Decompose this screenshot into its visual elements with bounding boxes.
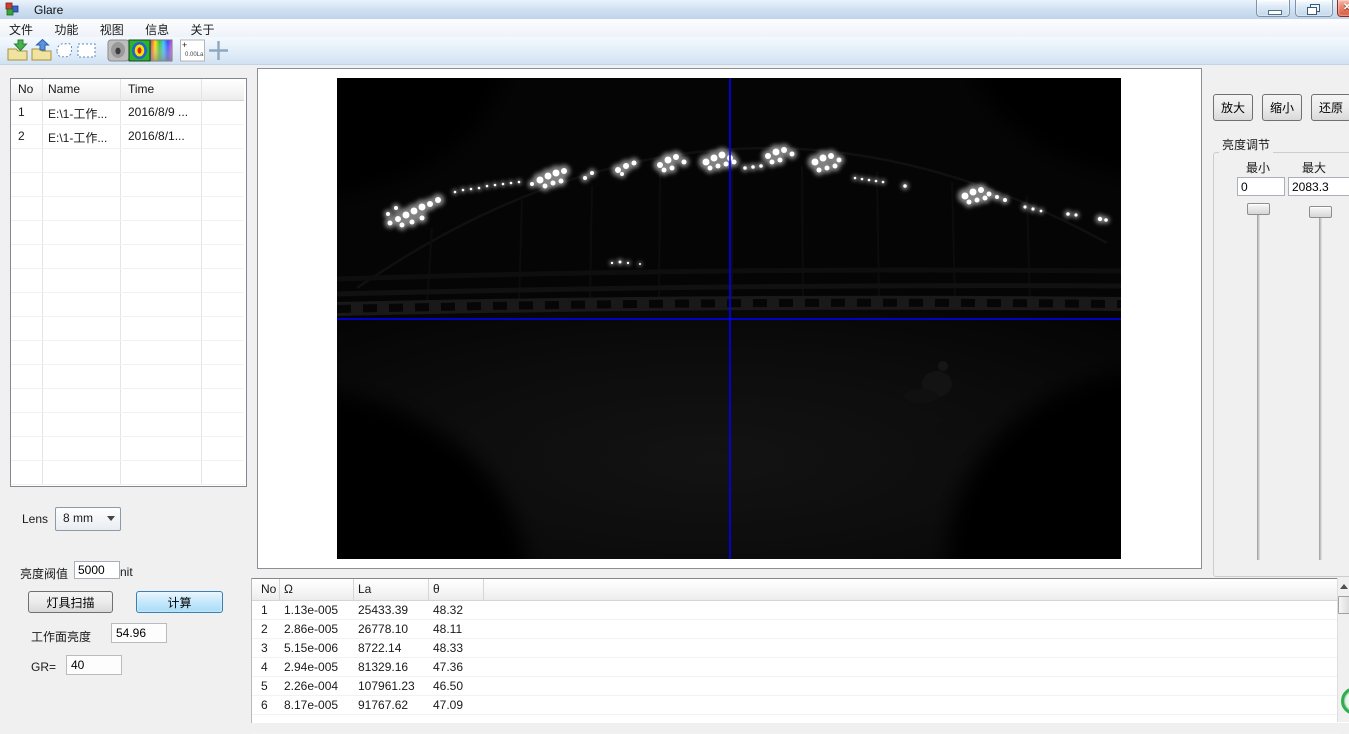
max-slider-handle[interactable]	[1309, 206, 1332, 218]
max-brightness-input[interactable]	[1288, 177, 1349, 196]
photo-canvas[interactable]	[337, 78, 1121, 559]
max-slider-track[interactable]	[1319, 212, 1322, 560]
file-list-row[interactable]: 1E:\1-工作...2016/8/9 ...	[11, 101, 244, 125]
svg-text:0.00La: 0.00La	[185, 52, 204, 58]
export-image-icon[interactable]	[30, 39, 53, 62]
scroll-up-button[interactable]	[1338, 580, 1349, 594]
file-list-row	[11, 173, 244, 197]
pseudocolor-view-icon[interactable]	[128, 39, 151, 62]
file-list-col-name[interactable]: Name	[48, 82, 80, 96]
lens-select[interactable]: 8 mm	[55, 507, 121, 531]
min-slider-track[interactable]	[1257, 212, 1260, 560]
work-surface-label: 工作面亮度	[31, 628, 91, 645]
results-col-no[interactable]: No	[261, 582, 276, 596]
minimize-icon	[1268, 10, 1282, 15]
file-list-row	[11, 317, 244, 341]
crosshair-icon[interactable]	[207, 39, 230, 62]
file-list-row[interactable]: 2E:\1-工作...2016/8/1...	[11, 125, 244, 149]
file-list-row	[11, 221, 244, 245]
rect-select-icon[interactable]	[75, 39, 98, 62]
file-list-row	[11, 341, 244, 365]
arrow-up-icon	[1340, 584, 1348, 589]
results-row	[252, 715, 1338, 734]
file-list-row	[11, 197, 244, 221]
file-list-row	[11, 389, 244, 413]
threshold-input[interactable]	[74, 561, 120, 579]
calculate-button[interactable]: 计算	[136, 591, 223, 613]
min-brightness-input[interactable]	[1237, 177, 1285, 196]
results-row[interactable]: 22.86e-00526778.1048.11	[252, 620, 1338, 639]
results-row[interactable]: 42.94e-00581329.1647.36	[252, 658, 1338, 677]
value-overlay-icon[interactable]: + 0.00La	[180, 39, 205, 62]
threshold-unit: nit	[120, 565, 133, 579]
threshold-label: 亮度阀值	[20, 565, 68, 582]
file-list-row	[11, 293, 244, 317]
scrollbar-thumb[interactable]	[1338, 596, 1349, 614]
results-row[interactable]: 35.15e-0068722.1448.33	[252, 639, 1338, 658]
zoom-out-button[interactable]: 缩小	[1262, 94, 1302, 121]
lens-label: Lens	[22, 512, 48, 526]
file-list-header: No Name Time	[11, 79, 244, 101]
minimize-button[interactable]	[1256, 0, 1290, 17]
menu-item-view[interactable]: 视图	[91, 19, 133, 37]
menu-item-info[interactable]: 信息	[136, 19, 178, 37]
chevron-down-icon	[107, 516, 115, 521]
file-list-row	[11, 413, 244, 437]
file-list-row	[11, 149, 244, 173]
results-table-body: 11.13e-00525433.3948.3222.86e-00526778.1…	[252, 601, 1338, 734]
min-slider-handle[interactable]	[1247, 203, 1270, 215]
menu-item-function[interactable]: 功能	[45, 19, 87, 37]
import-image-icon[interactable]	[6, 39, 29, 62]
results-col-omega[interactable]: Ω	[284, 582, 293, 596]
results-col-la[interactable]: La	[358, 582, 371, 596]
results-table: No Ω La θ 11.13e-00525433.3948.3222.86e-…	[251, 578, 1349, 723]
results-row[interactable]: 68.17e-00591767.6247.09	[252, 696, 1338, 715]
work-surface-value[interactable]	[111, 623, 167, 643]
menu-item-about[interactable]: 关于	[181, 19, 223, 37]
colormap-icon[interactable]	[150, 39, 173, 62]
lens-selected-value: 8 mm	[63, 511, 93, 525]
window-title: Glare	[34, 3, 63, 17]
file-list-body: 1E:\1-工作...2016/8/9 ...2E:\1-工作...2016/8…	[11, 101, 244, 509]
results-col-theta[interactable]: θ	[433, 582, 440, 596]
min-label: 最小	[1246, 159, 1270, 176]
grayscale-view-icon[interactable]	[107, 39, 130, 62]
close-button[interactable]: ✕	[1337, 0, 1349, 17]
results-row[interactable]: 11.13e-00525433.3948.32	[252, 601, 1338, 620]
file-list-panel: No Name Time 1E:\1-工作...2016/8/9 ...2E:\…	[10, 78, 247, 487]
freeform-select-icon[interactable]	[53, 39, 76, 62]
zoom-in-button[interactable]: 放大	[1213, 94, 1253, 121]
title-bar: Glare	[0, 0, 1349, 20]
menu-item-file[interactable]: 文件	[0, 19, 42, 37]
svg-text:+: +	[182, 40, 187, 50]
brightness-title: 亮度调节	[1219, 136, 1273, 153]
menu-bar: 文件 功能 视图 信息 关于	[0, 19, 1349, 37]
file-list-row	[11, 245, 244, 269]
file-list-row	[11, 269, 244, 293]
file-list-row	[11, 437, 244, 461]
close-icon: ✕	[1343, 2, 1349, 13]
lamp-scan-button[interactable]: 灯具扫描	[28, 591, 113, 613]
gr-value[interactable]	[66, 655, 122, 675]
results-row[interactable]: 52.26e-004107961.2346.50	[252, 677, 1338, 696]
file-list-row	[11, 485, 244, 509]
reset-view-button[interactable]: 还原	[1311, 94, 1349, 121]
file-list-col-no[interactable]: No	[18, 82, 33, 96]
gr-label: GR=	[31, 660, 56, 674]
file-list-row	[11, 461, 244, 485]
restore-button[interactable]	[1295, 0, 1333, 17]
app-icon	[5, 2, 19, 16]
file-list-col-time[interactable]: Time	[128, 82, 154, 96]
toolbar: + 0.00La	[0, 37, 1349, 65]
file-list-row	[11, 365, 244, 389]
results-header: No Ω La θ	[252, 579, 1338, 601]
max-label: 最大	[1302, 159, 1326, 176]
